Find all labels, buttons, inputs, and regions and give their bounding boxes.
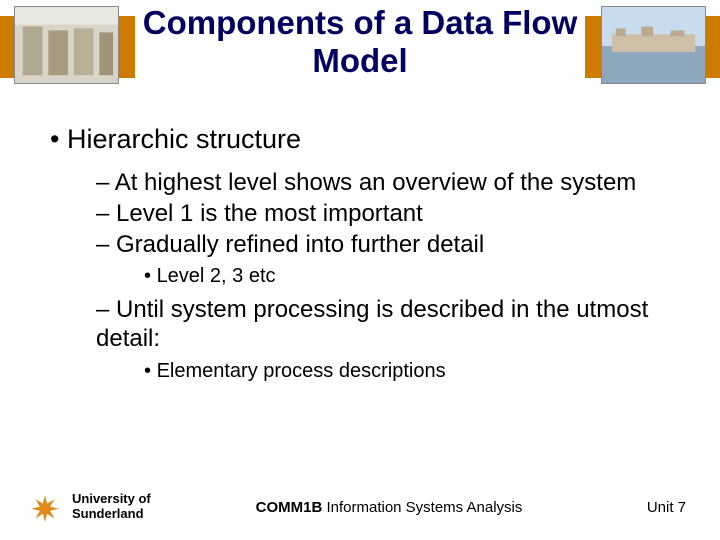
slide-title: Components of a Data Flow Model xyxy=(140,4,580,80)
header: Components of a Data Flow Model xyxy=(0,0,720,108)
header-photo-left xyxy=(14,6,119,84)
bullet-level2: Level 1 is the most important xyxy=(96,200,690,229)
course-label: COMM1B Information Systems Analysis xyxy=(182,499,596,516)
university-name: University of Sunderland xyxy=(72,492,182,522)
course-name: Information Systems Analysis xyxy=(322,499,522,516)
footer: University of Sunderland COMM1B Informat… xyxy=(0,484,720,530)
bullet-level3: Level 2, 3 etc xyxy=(144,265,690,288)
bullet-level1: Hierarchic structure xyxy=(50,124,690,155)
bullet-level2: Gradually refined into further detail xyxy=(96,231,690,260)
header-photo-right xyxy=(601,6,706,84)
bullet-level3: Elementary process descriptions xyxy=(144,360,690,383)
university-line2: Sunderland xyxy=(72,506,144,521)
bullet-level2: At highest level shows an overview of th… xyxy=(96,169,690,198)
slide-body: Hierarchic structure At highest level sh… xyxy=(44,124,690,391)
bullet-level2: Until system processing is described in … xyxy=(96,296,690,354)
university-line1: University of xyxy=(72,491,151,506)
university-logo-icon xyxy=(28,490,62,524)
unit-label: Unit 7 xyxy=(596,499,686,516)
course-code: COMM1B xyxy=(256,499,323,516)
slide: Components of a Data Flow Model Hierarch… xyxy=(0,0,720,540)
